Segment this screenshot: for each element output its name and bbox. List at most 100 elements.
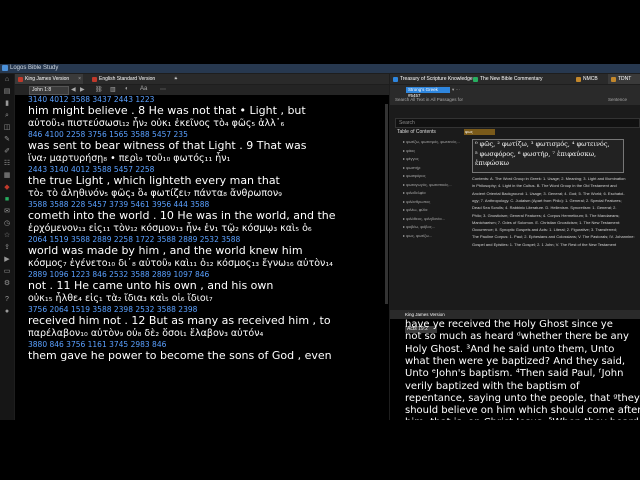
media-icon[interactable]: ▶	[3, 256, 11, 264]
tools-icon[interactable]: ◆	[3, 184, 11, 192]
account-icon[interactable]: ●	[3, 308, 11, 316]
visual-filter-icon[interactable]: ◐	[125, 86, 129, 92]
article-line: ogy; 7. Anthropology. C. Judaism (Apart …	[472, 197, 622, 203]
article-line: The Pauline Corpus: 1. Paul; 2. Ephesian…	[472, 234, 635, 240]
toc-item[interactable]: ▸ φως, φωτίζω...	[403, 233, 432, 238]
toc-item[interactable]: ▸ φωσφόρος	[403, 173, 426, 178]
toc-item[interactable]: ▸ φάος	[403, 148, 415, 153]
parallel-icon[interactable]: ▥	[110, 86, 116, 93]
tab-esv[interactable]: English Standard Version ×	[89, 74, 179, 84]
favorites-icon[interactable]: ☆	[3, 232, 11, 240]
toc-item[interactable]: ▸ φιλάνθρωπος	[403, 199, 430, 204]
interlinear-text: 3140 4012 3588 3437 2443 1223 him might b…	[28, 95, 388, 420]
toc-item[interactable]: ▸ φωτίζω, φωτισμός, φωτεινός...	[403, 139, 460, 144]
tab-kjv[interactable]: King James Version ×	[15, 74, 83, 84]
tab-kjv-bottom[interactable]: King James Version	[405, 312, 445, 317]
greek-line: παρέλαβον₁₀ αὐτὸν₉ οὐ₈ δὲ₂ ὅσοι₁ ἔλαβον₃…	[28, 328, 264, 339]
kjv-bottom-pane: King James Version Acts 19:2 have ye rec…	[390, 310, 640, 420]
toc-item[interactable]: ▸ φοβέω, φόβος...	[403, 224, 435, 229]
tab-tsk[interactable]: Treasury of Scripture Knowledge	[390, 74, 476, 84]
share-icon[interactable]: ⇪	[3, 244, 11, 252]
back-icon[interactable]: ◀	[71, 86, 76, 93]
history-icon[interactable]: ◷	[3, 220, 11, 228]
english-line: them gave he power to become the sons of…	[28, 349, 332, 362]
home-icon[interactable]: ⌂	[3, 76, 11, 84]
sermon-icon[interactable]: ✉	[3, 208, 11, 216]
strongs-line: 2889 1096 1223 846 2532 3588 2889 1097 8…	[28, 270, 210, 279]
left-tab-bar: King James Version × English Standard Ve…	[15, 74, 389, 84]
greek-line: οὐκ₁₅ ἦλθε₄ εἰς₁ τὰ₂ ἴδια₃ καὶ₅ οἱ₆ ἴδιο…	[28, 293, 213, 304]
english-line: world was made by him , and the world kn…	[28, 244, 303, 257]
english-line: received him not . 12 But as many as rec…	[28, 314, 331, 327]
reading-plan-icon[interactable]: ☷	[3, 160, 11, 168]
toc-item[interactable]: ▸ φιλαδελφία	[403, 190, 426, 195]
panel-menu-icon[interactable]: ⋯	[160, 86, 166, 93]
reference-input[interactable]: John 1:8	[29, 86, 69, 95]
forward-icon[interactable]: ▶	[80, 86, 85, 93]
tab-nmcb[interactable]: NMCB	[573, 74, 611, 84]
strongs-line: 3140 4012 3588 3437 2443 1223	[28, 95, 155, 104]
tab-nbc[interactable]: The New Bible Commentary	[470, 74, 546, 84]
verse-line: him, that is, on Christ Jesus. ⁵When the…	[405, 417, 639, 420]
right-tab-bar: Treasury of Scripture Knowledge The New …	[390, 74, 640, 84]
greek-line: αὐτοῦ₁₄ πιστεύσωσι₁₂ ἦν₂ οὐκ₁ ἐκεῖνος τὸ…	[28, 118, 285, 129]
greek-line: ἐρχόμενον₁₃ εἰς₁₁ τὸν₁₂ κόσμον₁₃ ἦν₄ ἐν₁…	[28, 223, 312, 234]
toc-item[interactable]: ▸ φωταγωγός, φωτιστικός...	[403, 182, 452, 187]
english-line: was sent to bear witness of that Light .…	[28, 139, 307, 152]
library-icon[interactable]: ▤	[3, 88, 11, 96]
strongs-line: 2443 3140 4012 3588 5457 2258	[28, 165, 155, 174]
toc-title: Table of Contents	[397, 129, 436, 135]
greek-line: κόσμος₇ ἐγένετο₁₀ δι᾽₈ αὐτοῦ₉ καὶ₁₁ ὁ₁₂ …	[28, 258, 333, 269]
bible-icon	[18, 77, 23, 82]
scrollbar[interactable]	[385, 104, 388, 304]
toc-item[interactable]: ▸ φιλόθεος, φιληδονία...	[403, 216, 445, 221]
verse-line: repentance, saying unto the people, that…	[405, 392, 640, 404]
app-title: Logos Bible Study	[10, 65, 59, 71]
settings-icon[interactable]: ⚙	[3, 280, 11, 288]
article-line: Dead Sea Scrolls; 4. Rabbinic Literature…	[472, 205, 617, 211]
help-icon[interactable]: ?	[3, 296, 11, 304]
bottom-tab-bar: King James Version	[390, 310, 640, 319]
verse-line: Holy Ghost. ³And he said unto them, Unto	[405, 343, 615, 355]
article-line: Contents: A. The Word Group in Greek: 1.…	[472, 176, 626, 181]
logos-app-icon	[2, 65, 8, 71]
tab-label: NMCB	[583, 76, 598, 82]
layouts-icon[interactable]: ▦	[3, 172, 11, 180]
add-tab-icon[interactable]: +	[171, 74, 181, 84]
right-panel: Strong's Greek #5457 ▾ ⋯ Search All Text…	[390, 85, 640, 420]
guides-icon[interactable]: ◫	[3, 124, 11, 132]
filter-text[interactable]: Search All Text in All Passages for	[395, 97, 463, 102]
book-icon	[576, 77, 581, 82]
clipboard-icon[interactable]: ▭	[3, 268, 11, 276]
toc-item[interactable]: ▸ φέγγος	[403, 156, 419, 161]
strongs-pill[interactable]: Strong's Greek #5457	[406, 87, 450, 98]
article-tag: φως	[464, 129, 495, 135]
tab-label: English Standard Version	[99, 76, 156, 82]
text-options-icon[interactable]: Aa	[140, 86, 147, 92]
sort-select[interactable]: Sentence	[608, 97, 627, 102]
english-line: not . 11 He came unto his own , and his …	[28, 279, 274, 292]
panel-menu-icon[interactable]: ▾ ⋯	[452, 87, 460, 93]
article-line: Philo; 3. Gnosticism; General Features; …	[472, 212, 620, 218]
strongs-line: 3756 2064 1519 3588 2398 2532 3588 2398	[28, 305, 198, 314]
tab-tdnt[interactable]: TDNT	[608, 74, 640, 84]
toc-item[interactable]: ▸ φιλέω, φιλία	[403, 207, 427, 212]
bookmark-icon[interactable]: ▮	[3, 100, 11, 108]
headword-line: ⁰ φῶς, ² φωτίζω, ³ φωτισμός, ⁴ φωτεινός,	[475, 140, 610, 148]
verse-line: verily baptized with the baptism of	[405, 380, 580, 392]
verse-line: what then were ye baptized? And they sai…	[405, 355, 626, 367]
highlight-icon[interactable]: ✐	[3, 148, 11, 156]
article-line: Gospel and Epistles: 1. The Gospel; 2. 1…	[472, 241, 617, 247]
notes-icon[interactable]: ✎	[3, 136, 11, 144]
search-input[interactable]: Search	[395, 118, 640, 128]
dictionary-article: φως ⁰ φῶς, ² φωτίζω, ³ φωτισμός, ⁴ φωτει…	[460, 129, 635, 299]
link-icon[interactable]: ⛓	[95, 86, 103, 93]
verse-line: Unto ᵉJohn's baptism. ⁴Then said Paul, ᶠ…	[405, 368, 624, 380]
green-tool-icon[interactable]: ■	[3, 196, 11, 204]
tab-label: The New Bible Commentary	[480, 76, 543, 82]
close-icon[interactable]: ×	[78, 74, 81, 84]
tab-label: Treasury of Scripture Knowledge	[400, 76, 473, 82]
english-line: him might believe . 8 He was not that • …	[28, 104, 306, 117]
search-icon[interactable]: ⌕	[3, 112, 11, 120]
toc-item[interactable]: ▸ φωστήρ	[403, 165, 420, 170]
